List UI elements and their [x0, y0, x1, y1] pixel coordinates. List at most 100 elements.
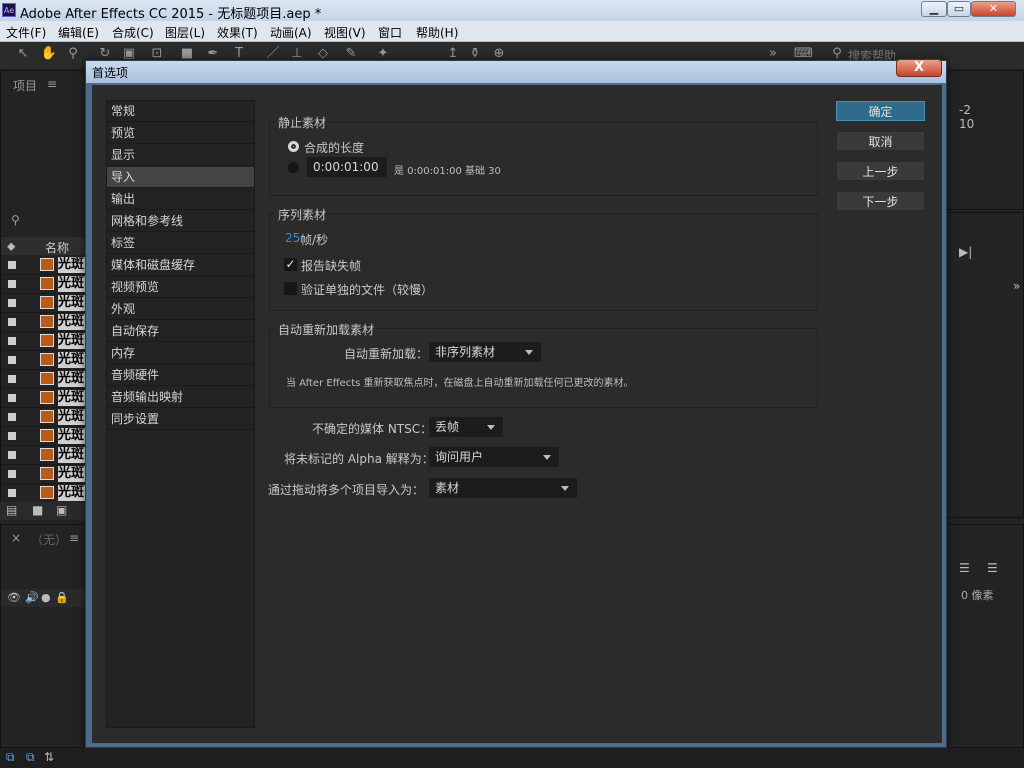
label-color-swatch[interactable]	[8, 432, 16, 440]
dialog-close-button[interactable]: X	[896, 59, 942, 77]
lock-icon[interactable]: 🔒	[55, 591, 69, 604]
project-item-row[interactable]: 光斑	[2, 389, 86, 408]
toggle-switches-icon[interactable]: ⧉	[6, 750, 15, 765]
category-item[interactable]: 音频输出映射	[107, 387, 254, 408]
label-color-swatch[interactable]	[8, 280, 16, 288]
project-item-row[interactable]: 光斑	[2, 332, 86, 351]
category-item[interactable]: 视频预览	[107, 277, 254, 298]
report-missing-label[interactable]: 报告缺失帧	[301, 257, 361, 274]
close-icon[interactable]: ×	[11, 531, 21, 545]
custom-duration-radio[interactable]	[288, 162, 299, 173]
project-item-row[interactable]: 光斑	[2, 408, 86, 427]
category-item[interactable]: 外观	[107, 299, 254, 320]
solo-icon[interactable]: ●	[41, 591, 51, 604]
panel-menu-icon[interactable]: ≡	[69, 531, 79, 545]
label-color-swatch[interactable]	[8, 489, 16, 497]
footage-icon	[40, 486, 54, 499]
menu-item[interactable]: 动画(A)	[270, 24, 312, 41]
project-item-row[interactable]: 光斑	[2, 484, 86, 503]
duration-input[interactable]: 0:00:01:00	[307, 157, 387, 177]
next-button[interactable]: 下一步	[836, 191, 925, 211]
toggle-transfer-icon[interactable]: ⇅	[44, 750, 54, 764]
drag-import-dropdown[interactable]: 素材	[429, 478, 577, 498]
label-color-swatch[interactable]	[8, 375, 16, 383]
footage-icon	[40, 429, 54, 442]
label-color-swatch[interactable]	[8, 356, 16, 364]
ok-button[interactable]: 确定	[836, 101, 925, 121]
category-item[interactable]: 标签	[107, 233, 254, 254]
verify-files-checkbox[interactable]	[284, 282, 297, 295]
project-item-row[interactable]: 光斑	[2, 427, 86, 446]
name-column-header[interactable]: 名称	[45, 239, 69, 256]
cancel-button[interactable]: 取消	[836, 131, 925, 151]
project-item-row[interactable]: 光斑	[2, 313, 86, 332]
category-item[interactable]: 自动保存	[107, 321, 254, 342]
category-item[interactable]: 媒体和磁盘缓存	[107, 255, 254, 276]
menu-item[interactable]: 文件(F)	[6, 24, 46, 41]
category-item[interactable]: 导入	[107, 167, 254, 188]
menu-item[interactable]: 视图(V)	[324, 24, 366, 41]
label-color-swatch[interactable]	[8, 318, 16, 326]
category-item[interactable]: 显示	[107, 145, 254, 166]
panel-menu-icon[interactable]: ≡	[47, 77, 57, 91]
project-item-row[interactable]: 光斑	[2, 275, 86, 294]
project-item-row[interactable]: 光斑	[2, 465, 86, 484]
menu-item[interactable]: 图层(L)	[165, 24, 205, 41]
auto-reload-dropdown[interactable]: 非序列素材	[429, 342, 541, 362]
category-item[interactable]: 内存	[107, 343, 254, 364]
label-color-swatch[interactable]	[8, 261, 16, 269]
menu-item[interactable]: 效果(T)	[217, 24, 258, 41]
verify-files-label[interactable]: 验证单独的文件（较慢）	[301, 281, 433, 298]
audio-icon[interactable]: 🔊	[25, 591, 39, 604]
label-color-swatch[interactable]	[8, 299, 16, 307]
selection-tool-icon[interactable]: ↖	[14, 45, 32, 63]
align-justify-icon[interactable]: ☰	[959, 561, 970, 575]
hand-tool-icon[interactable]: ✋	[40, 45, 58, 63]
search-icon[interactable]: ⚲	[11, 213, 20, 227]
project-item-row[interactable]: 光斑	[2, 446, 86, 465]
comp-length-radio[interactable]	[288, 141, 299, 152]
category-item[interactable]: 音频硬件	[107, 365, 254, 386]
category-item[interactable]: 预览	[107, 123, 254, 144]
category-item[interactable]: 输出	[107, 189, 254, 210]
fps-value[interactable]: 25	[285, 231, 300, 245]
label-color-swatch[interactable]	[8, 337, 16, 345]
window-close-button[interactable]: ✕	[971, 1, 1016, 17]
label-color-swatch[interactable]	[8, 413, 16, 421]
previous-button[interactable]: 上一步	[836, 161, 925, 181]
interpret-footage-icon[interactable]: ▤	[6, 503, 17, 517]
new-folder-icon[interactable]: ■	[32, 503, 43, 517]
new-composition-icon[interactable]: ▣	[56, 503, 67, 517]
minimize-button[interactable]: ▁	[921, 1, 947, 17]
label-color-swatch[interactable]	[8, 470, 16, 478]
eye-icon[interactable]: 👁	[7, 591, 21, 604]
report-missing-checkbox[interactable]: ✓	[284, 258, 297, 271]
timeline-tab-label[interactable]: （无）	[31, 531, 67, 548]
label-color-swatch[interactable]	[8, 394, 16, 402]
indeterminate-media-dropdown[interactable]: 丢帧	[429, 417, 503, 437]
project-item-row[interactable]: 光斑	[2, 351, 86, 370]
project-item-row[interactable]: 光斑	[2, 370, 86, 389]
play-end-icon[interactable]: ▶|	[959, 245, 972, 259]
comp-length-label[interactable]: 合成的长度	[304, 139, 364, 156]
project-tab-label[interactable]: 项目	[13, 77, 37, 94]
maximize-button[interactable]: ▭	[947, 1, 971, 17]
menu-item[interactable]: 帮助(H)	[416, 24, 458, 41]
category-item[interactable]: 同步设置	[107, 409, 254, 430]
category-item[interactable]: 网格和参考线	[107, 211, 254, 232]
label-color-swatch[interactable]	[8, 451, 16, 459]
category-item[interactable]: 常规	[107, 101, 254, 122]
toggle-modes-icon[interactable]: ⧉	[26, 750, 35, 765]
expand-panel-icon[interactable]: »	[1013, 279, 1020, 293]
item-name: 光斑	[58, 371, 86, 387]
menu-item[interactable]: 合成(C)	[112, 24, 154, 41]
project-item-row[interactable]: 光斑	[2, 256, 86, 275]
zoom-tool-icon[interactable]: ⚲	[64, 45, 82, 63]
drag-import-value: 素材	[435, 481, 460, 495]
menu-item[interactable]: 编辑(E)	[58, 24, 99, 41]
indent-value: 0 像素	[961, 589, 994, 602]
project-item-row[interactable]: 光斑	[2, 294, 86, 313]
align-full-icon[interactable]: ☰	[987, 561, 998, 575]
menu-item[interactable]: 窗口	[378, 24, 402, 41]
unlabeled-alpha-dropdown[interactable]: 询问用户	[429, 447, 559, 467]
